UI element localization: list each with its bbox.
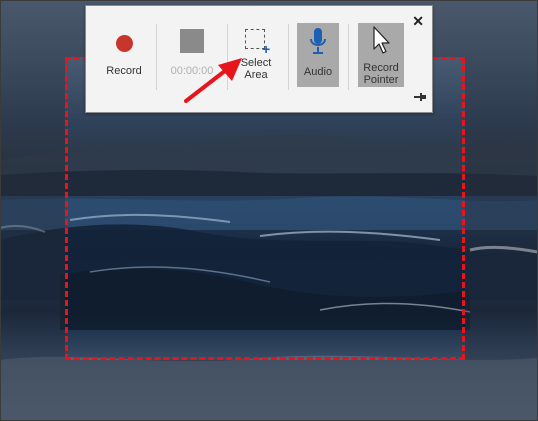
microphone-icon: [310, 28, 326, 54]
dim-overlay-bottom: [0, 360, 538, 421]
screen-recording-stage: Record 00:00:00 + Select Area Audio Reco…: [0, 0, 538, 421]
audio-toggle-button[interactable]: Audio: [297, 23, 339, 87]
record-button[interactable]: Record: [99, 24, 149, 96]
dim-overlay-right: [465, 57, 538, 360]
record-pointer-toggle-button[interactable]: Record Pointer: [358, 23, 404, 87]
audio-label: Audio: [303, 66, 333, 78]
record-label: Record: [106, 65, 142, 77]
pin-icon[interactable]: [414, 92, 426, 102]
mouse-pointer-icon: [373, 26, 390, 54]
annotation-arrow-icon: [184, 58, 242, 103]
close-icon[interactable]: ✕: [412, 14, 424, 28]
screen-recording-toolbar: Record 00:00:00 + Select Area Audio Reco…: [85, 5, 433, 113]
toolbar-divider: [288, 24, 289, 90]
record-pointer-label-line2: Pointer: [363, 74, 399, 86]
dim-overlay-left: [0, 57, 65, 360]
record-pointer-label-line1: Record: [363, 62, 399, 74]
record-dot-icon: [115, 35, 133, 52]
dashed-box-plus-icon: +: [244, 28, 270, 56]
toolbar-divider: [348, 24, 349, 90]
stop-square-icon: [180, 29, 204, 53]
toolbar-divider: [156, 24, 157, 90]
